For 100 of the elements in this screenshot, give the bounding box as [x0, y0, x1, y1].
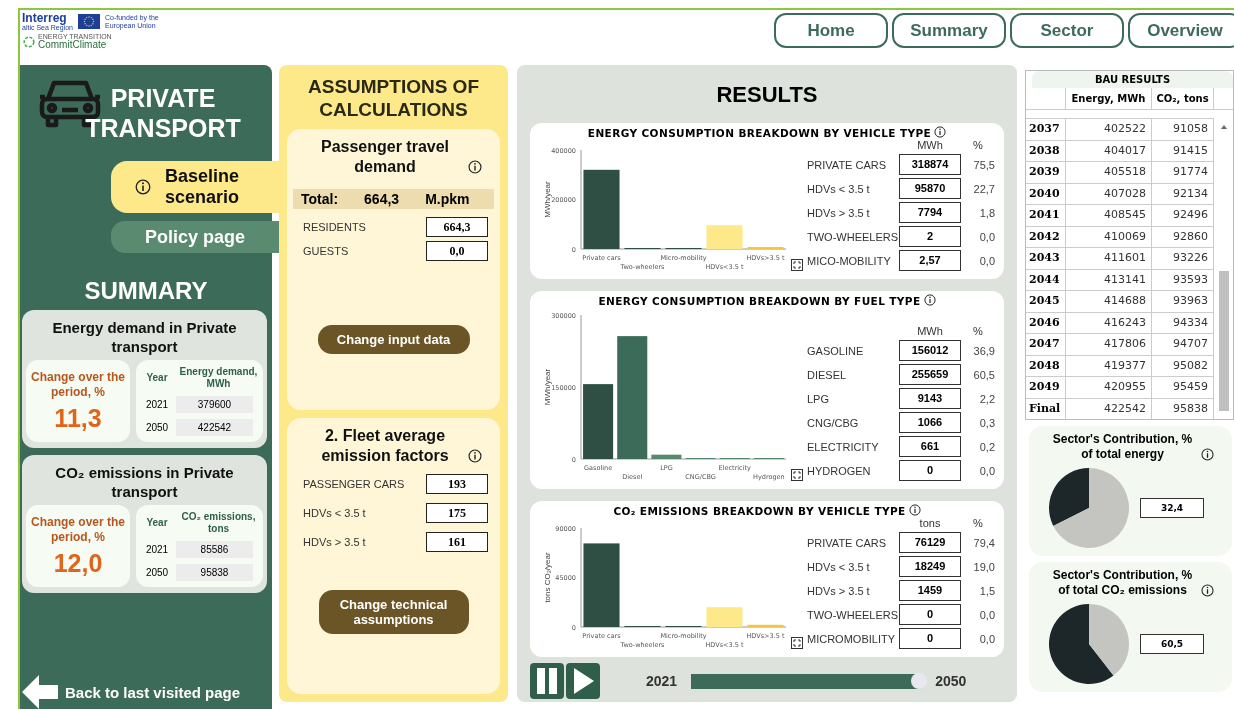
table-cell: 92496 — [1152, 205, 1214, 226]
value-field: 76129 — [899, 532, 961, 553]
nav-button[interactable]: Summary — [892, 13, 1006, 48]
table-cell: 2040 — [1026, 183, 1066, 204]
value-field: 0 — [899, 628, 961, 649]
play-icon — [572, 668, 594, 694]
row-label: MICROMOBILITY — [807, 632, 896, 645]
scroll-up-icon[interactable] — [1219, 124, 1228, 130]
row-label: HDVs > 3.5 t — [303, 536, 366, 548]
fullscreen-icon[interactable] — [791, 469, 803, 481]
row-label: GASOLINE — [807, 344, 865, 357]
percent-value: 75,5 — [972, 158, 995, 171]
table-cell: 91774 — [1152, 162, 1214, 183]
nav-button[interactable]: Home — [774, 13, 888, 48]
ring-logo-icon — [23, 35, 35, 48]
card-title: 2. Fleet average emission factors — [320, 426, 450, 466]
bar — [651, 454, 682, 459]
percent-value: 22,7 — [972, 182, 995, 195]
row-label: ELECTRICITY — [807, 440, 880, 453]
info-icon[interactable] — [934, 126, 947, 138]
table-cell: 92860 — [1152, 226, 1214, 247]
column-header: tons — [918, 517, 942, 529]
table-cell: 2045 — [1026, 291, 1066, 312]
chart-title: CO₂ EMISSIONS BREAKDOWN BY VEHICLE TYPE — [613, 505, 906, 517]
row-label: TWO-WHEELERS — [807, 230, 899, 243]
table-cell: 92134 — [1152, 183, 1214, 204]
percent-value: 19,0 — [972, 560, 995, 573]
table-cell: 405518 — [1066, 162, 1152, 183]
section-title: SUMMARY — [83, 277, 209, 305]
table-cell: 2048 — [1026, 355, 1066, 376]
value-field: 18249 — [899, 556, 961, 577]
card-title: Sector's Contribution, % of total energy — [1051, 432, 1194, 462]
nav-button[interactable]: Sector — [1010, 13, 1124, 48]
value-field: 255659 — [899, 364, 961, 385]
table-cell: 85586 — [176, 541, 253, 558]
table-cell: 94707 — [1152, 334, 1214, 355]
scenario-tab[interactable]: Policy page — [111, 221, 279, 253]
column-header: CO₂ emissions, tons — [180, 511, 257, 535]
value-field: 664,3 — [426, 217, 488, 237]
row-label: HDVs < 3.5 t — [807, 560, 871, 573]
back-link[interactable]: Back to last visited page — [20, 675, 272, 709]
chart-title: ENERGY CONSUMPTION BREAKDOWN BY FUEL TYPE — [598, 295, 921, 307]
column-header: MWh — [916, 139, 944, 151]
table-cell: 420955 — [1066, 377, 1152, 398]
bar — [747, 624, 784, 627]
info-icon[interactable] — [468, 449, 482, 463]
table-cell: 2044 — [1026, 269, 1066, 290]
value-field: 156012 — [899, 340, 961, 361]
scenario-tab[interactable]: Baseline scenario — [111, 161, 279, 213]
scrollbar-thumb[interactable] — [1218, 271, 1229, 411]
axis-title: tons CO₂/year — [543, 552, 552, 603]
fullscreen-icon[interactable] — [791, 259, 803, 271]
card-title: Energy demand in Private transport — [51, 318, 238, 356]
row-label: MICO-MOBILITY — [807, 254, 892, 267]
row-label: HYDROGEN — [807, 464, 872, 477]
info-icon[interactable] — [908, 504, 921, 516]
row-label: LPG — [807, 392, 830, 405]
column-header: % — [972, 139, 984, 151]
info-icon[interactable] — [1200, 584, 1214, 597]
percent-value: 1,5 — [978, 584, 995, 597]
action-button[interactable]: Change input data — [317, 325, 470, 354]
panel-title: RESULTS — [715, 81, 819, 109]
change-value: 12,0 — [53, 548, 103, 578]
info-icon[interactable] — [468, 160, 482, 174]
logo-text: CommitClimate — [38, 40, 107, 50]
table-cell: 410069 — [1066, 226, 1152, 247]
table-cell: 407028 — [1066, 183, 1152, 204]
table-cell: 2041 — [1026, 205, 1066, 226]
info-icon[interactable] — [923, 294, 936, 306]
fullscreen-icon[interactable] — [791, 637, 803, 649]
table-cell: 95838 — [1152, 398, 1214, 419]
table-cell: 404017 — [1066, 140, 1152, 161]
nav-button[interactable]: Overview — [1128, 13, 1234, 48]
action-button[interactable]: Change technical assumptions — [318, 590, 469, 634]
percent-value: 1,8 — [978, 206, 995, 219]
value-field: 1459 — [899, 580, 961, 601]
row-label: PRIVATE CARS — [807, 158, 888, 171]
table-cell: 2042 — [1026, 226, 1066, 247]
play-button[interactable] — [566, 663, 600, 699]
row-label: HDVs < 3.5 t — [303, 507, 366, 519]
value-field: 0 — [899, 460, 961, 481]
column-header: Year — [145, 372, 169, 384]
pause-button[interactable] — [530, 663, 564, 699]
bar — [706, 225, 743, 249]
table-cell: 416243 — [1066, 312, 1152, 333]
card-title: Passenger travel demand — [319, 137, 451, 177]
table-cell: 411601 — [1066, 248, 1152, 269]
column-header: CO₂, tons — [1152, 88, 1214, 109]
axis-title: MWh/year — [543, 368, 552, 406]
table-cell: 94334 — [1152, 312, 1214, 333]
column-header: % — [972, 517, 984, 529]
row-label: HDVs > 3.5 t — [807, 584, 871, 597]
info-icon[interactable] — [135, 179, 151, 195]
table-cell: 2046 — [1026, 312, 1066, 333]
value-field: 193 — [426, 474, 488, 494]
info-icon[interactable] — [1200, 448, 1214, 461]
page-title: PRIVATE TRANSPORT — [84, 83, 242, 143]
table-cell: 93963 — [1152, 291, 1214, 312]
value-field: 2,57 — [899, 250, 961, 271]
total-value: 664,3 — [364, 191, 400, 207]
